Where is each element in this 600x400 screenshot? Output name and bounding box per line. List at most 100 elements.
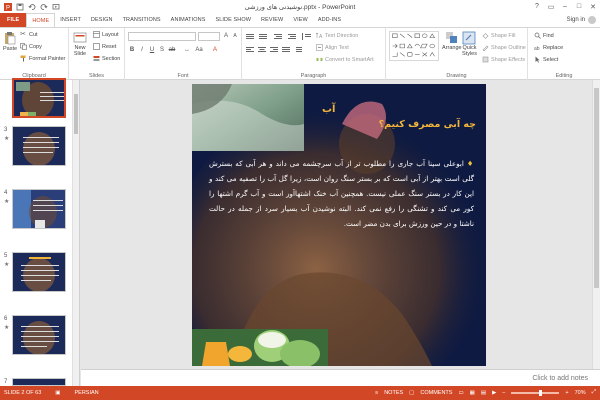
format-painter-button[interactable]: Format Painter <box>20 55 65 62</box>
decrease-font-icon[interactable]: A <box>231 32 239 40</box>
ribbon-tabs: FILE HOME INSERT DESIGN TRANSITIONS ANIM… <box>0 13 600 27</box>
layout-label: Layout <box>102 31 119 38</box>
slide-thumbnail-7[interactable] <box>12 378 66 386</box>
shapes-gallery[interactable] <box>389 31 439 61</box>
help-icon[interactable]: ? <box>530 0 544 13</box>
strikethrough-icon[interactable]: ab <box>168 46 176 54</box>
slide-thumbnail-6[interactable] <box>12 315 66 355</box>
window-controls: ? ▭ – □ ✕ <box>530 0 600 13</box>
select-label: Select <box>543 56 559 63</box>
arrange-label: Arrange <box>442 45 462 51</box>
spellcheck-icon[interactable]: ▣ <box>55 390 60 396</box>
replace-button[interactable]: ab Replace <box>534 44 563 52</box>
italic-icon[interactable]: I <box>138 46 146 54</box>
search-icon <box>534 32 541 39</box>
svg-text:ab: ab <box>534 46 540 51</box>
language-indicator[interactable]: PERSIAN <box>75 390 99 396</box>
layout-button[interactable]: Layout <box>93 31 119 38</box>
fit-slide-icon[interactable]: ⤢ <box>592 389 596 396</box>
tab-transitions[interactable]: TRANSITIONS <box>118 13 166 27</box>
editing-group-label: Editing <box>555 73 573 79</box>
normal-view-icon[interactable]: ▭ <box>458 390 463 396</box>
cut-button[interactable]: ✂ Cut <box>20 31 38 38</box>
tab-add-ins[interactable]: ADD-INS <box>313 13 346 27</box>
shape-effects-button[interactable]: Shape Effects <box>482 56 525 63</box>
comments-icon: ▢ <box>409 389 415 396</box>
text-direction-button[interactable]: A Text Direction <box>316 32 358 39</box>
thumbnail-scrollbar[interactable] <box>72 80 79 386</box>
reading-view-icon[interactable]: ▤ <box>481 390 486 396</box>
slide-thumbnail-3[interactable] <box>12 126 66 166</box>
comments-toggle[interactable]: COMMENTS <box>420 390 452 396</box>
tab-design[interactable]: DESIGN <box>86 13 118 27</box>
slide-thumbnail-4[interactable] <box>12 189 66 229</box>
scroll-thumb[interactable] <box>594 88 599 288</box>
tab-animations[interactable]: ANIMATIONS <box>166 13 211 27</box>
tab-file[interactable]: FILE <box>0 13 27 27</box>
slide-thumbnail-2[interactable] <box>12 78 66 118</box>
zoom-slider[interactable] <box>511 389 560 396</box>
slide-body-text[interactable]: ♦ابوعلی سینا آب جاری را مطلوب تر از آب س… <box>209 156 474 231</box>
slide-thumbnail-5[interactable] <box>12 252 66 292</box>
increase-font-icon[interactable]: A <box>222 32 230 40</box>
reset-button[interactable]: Reset <box>93 43 116 50</box>
arrange-button[interactable]: Arrange <box>442 31 462 51</box>
reset-label: Reset <box>102 43 117 50</box>
zoom-slider-knob[interactable] <box>539 389 543 396</box>
alignment-icons[interactable] <box>246 46 312 53</box>
smartart-icon <box>316 58 323 61</box>
font-size-box[interactable] <box>198 32 220 41</box>
change-case-icon[interactable]: Aa <box>195 46 203 54</box>
shape-outline-button[interactable]: Shape Outline <box>482 44 526 51</box>
slide-scrollbar[interactable] <box>592 80 600 369</box>
find-button[interactable]: Find <box>534 32 554 39</box>
sign-in[interactable]: Sign in <box>567 16 596 24</box>
underline-icon[interactable]: U <box>148 46 156 54</box>
shadow-icon[interactable]: S <box>158 46 166 54</box>
transition-star-icon: ★ <box>4 136 10 142</box>
zoom-in-icon[interactable]: + <box>565 390 568 396</box>
reset-icon <box>93 43 100 50</box>
slideshow-view-icon[interactable]: ▶ <box>492 390 496 396</box>
notes-pane[interactable]: Click to add notes <box>81 369 600 386</box>
paragraph-group-label: Paragraph <box>300 73 327 79</box>
new-slide-button[interactable]: New Slide <box>73 31 87 57</box>
current-slide[interactable]: آب چه آبی مصرف کنیم؟ ♦ابوعلی سینا آب جار… <box>192 84 486 366</box>
format-painter-icon <box>20 55 26 62</box>
maximize-icon[interactable]: □ <box>572 0 586 13</box>
tab-review[interactable]: REVIEW <box>256 13 288 27</box>
tab-slide-show[interactable]: SLIDE SHOW <box>211 13 257 27</box>
quick-styles-button[interactable]: Quick Styles <box>462 31 477 57</box>
copy-button[interactable]: Copy <box>20 43 42 50</box>
paste-button[interactable]: Paste <box>3 31 17 52</box>
scroll-thumb[interactable] <box>74 94 78 134</box>
tab-view[interactable]: VIEW <box>288 13 312 27</box>
char-spacing-icon[interactable]: ↔ <box>183 46 191 54</box>
font-color-icon[interactable]: A <box>211 46 219 54</box>
convert-smartart-button[interactable]: Convert to SmartArt <box>316 56 374 63</box>
paste-icon <box>5 32 16 45</box>
slide-heading[interactable]: آب <box>322 104 335 115</box>
slide-title[interactable]: چه آبی مصرف کنیم؟ <box>379 119 476 130</box>
select-button[interactable]: Select <box>534 56 558 63</box>
tab-home[interactable]: HOME <box>26 13 56 27</box>
section-button[interactable]: Section <box>93 55 120 62</box>
bold-icon[interactable]: B <box>128 46 136 54</box>
pen-icon <box>482 45 489 51</box>
zoom-out-icon[interactable]: – <box>502 390 505 396</box>
slide-sorter-icon[interactable]: ▦ <box>470 390 475 396</box>
thumbnail-number: 6 <box>4 316 8 322</box>
list-indent-icons[interactable] <box>246 33 312 40</box>
shape-fill-button[interactable]: Shape Fill <box>482 32 515 39</box>
align-text-button[interactable]: Align Text <box>316 44 349 51</box>
thumbnail-number: 3 <box>4 127 8 133</box>
tab-insert[interactable]: INSERT <box>55 13 86 27</box>
clipboard-group: Paste ✂ Cut Copy Format Painter Clipboar… <box>0 28 69 80</box>
svg-text:A: A <box>319 34 323 39</box>
notes-toggle[interactable]: NOTES <box>384 390 403 396</box>
close-icon[interactable]: ✕ <box>586 0 600 13</box>
font-name-box[interactable] <box>128 32 196 41</box>
zoom-level[interactable]: 70% <box>575 390 586 396</box>
minimize-icon[interactable]: – <box>558 0 572 13</box>
ribbon-display-icon[interactable]: ▭ <box>544 0 558 13</box>
